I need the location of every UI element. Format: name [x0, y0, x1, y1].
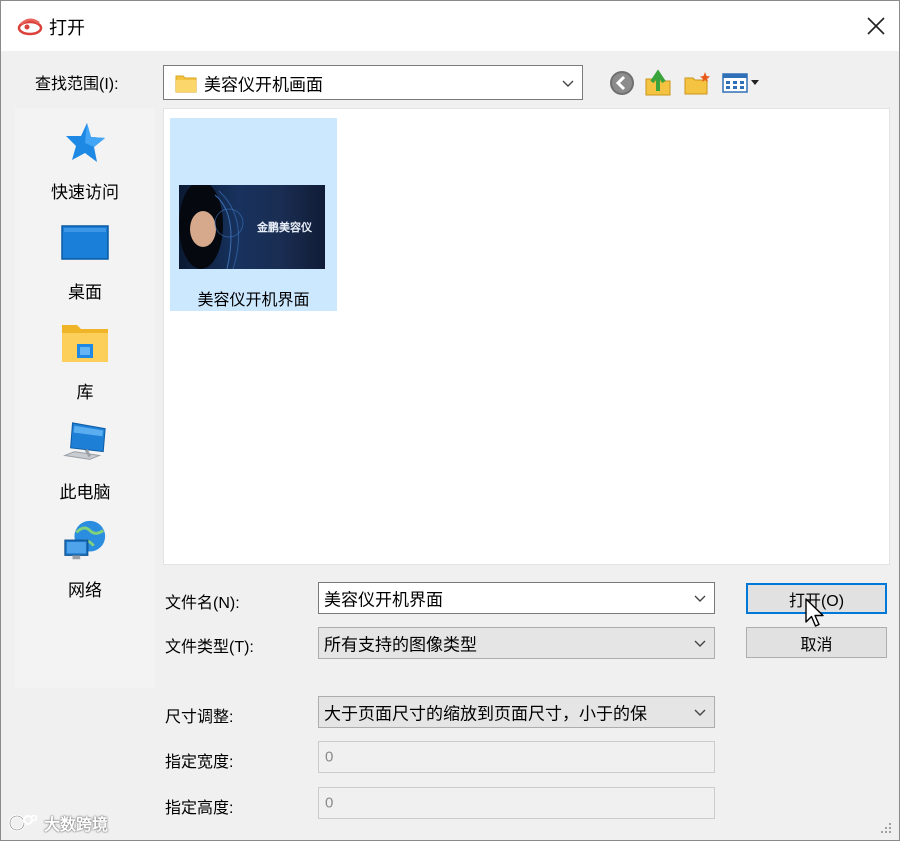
app-logo-icon: [17, 14, 43, 43]
view-menu-icon: [722, 73, 759, 93]
up-folder-icon: [645, 69, 671, 96]
new-folder-button[interactable]: [682, 68, 712, 98]
sidebar-item-library[interactable]: 库: [15, 320, 155, 416]
mouse-cursor-icon: [804, 597, 826, 634]
new-folder-icon: [684, 72, 710, 95]
file-item[interactable]: 金鹏美容仪 美容仪开机界面: [170, 118, 337, 311]
width-label: 指定宽度:: [165, 754, 234, 771]
network-icon: [61, 518, 109, 564]
resize-value: 大于页面尺寸的缩放到页面尺寸，小于的保: [324, 704, 647, 724]
lookin-dropdown[interactable]: 美容仪开机画面: [163, 65, 583, 100]
watermark-text: 大数跨境: [44, 817, 109, 834]
title-bar: 打开: [1, 1, 899, 51]
sidebar-item-label: 此电脑: [59, 483, 111, 502]
sidebar-item-this-pc[interactable]: 此电脑: [15, 420, 155, 516]
filename-label: 文件名(N):: [165, 595, 240, 612]
sidebar-item-label: 库: [76, 383, 94, 402]
resize-label: 尺寸调整:: [165, 709, 234, 726]
filetype-select[interactable]: 所有支持的图像类型: [318, 627, 715, 659]
filename-input[interactable]: 美容仪开机界面: [318, 582, 715, 614]
height-label: 指定高度:: [165, 800, 234, 817]
computer-icon: [61, 420, 109, 466]
watermark-logo-icon: [8, 814, 38, 832]
sidebar-item-label: 网络: [68, 581, 102, 600]
filename-value: 美容仪开机界面: [324, 590, 443, 610]
close-button[interactable]: [857, 7, 895, 45]
filetype-label: 文件类型(T):: [165, 639, 254, 656]
back-arrow-icon: [610, 71, 634, 95]
chevron-down-icon: [562, 73, 574, 93]
back-button[interactable]: [607, 68, 637, 98]
file-thumbnail: 金鹏美容仪: [179, 185, 325, 269]
resize-select[interactable]: 大于页面尺寸的缩放到页面尺寸，小于的保: [318, 696, 715, 728]
desktop-icon: [61, 220, 109, 266]
sidebar-item-network[interactable]: 网络: [15, 518, 155, 614]
view-menu-button[interactable]: [720, 68, 764, 98]
folder-icon: [175, 73, 197, 98]
chevron-down-icon: [694, 633, 706, 653]
library-folder-icon: [61, 320, 109, 366]
resize-grip-icon[interactable]: [878, 820, 892, 839]
watermark: 大数跨境: [8, 810, 108, 836]
height-value: 0: [325, 794, 334, 812]
height-input: 0: [318, 787, 715, 819]
star-icon: [61, 120, 109, 166]
file-name-label: 美容仪开机界面: [197, 292, 310, 309]
width-input: 0: [318, 741, 715, 773]
window-title: 打开: [49, 18, 85, 38]
lookin-value: 美容仪开机画面: [204, 75, 323, 94]
lookin-label: 查找范围(I):: [35, 76, 119, 93]
sidebar-item-desktop[interactable]: 桌面: [15, 220, 155, 316]
places-sidebar: 快速访问 桌面 库 此电脑 网络: [15, 108, 155, 688]
file-list[interactable]: 金鹏美容仪 美容仪开机界面: [163, 108, 890, 565]
sidebar-item-label: 桌面: [68, 283, 102, 302]
sidebar-item-label: 快速访问: [51, 183, 119, 202]
sidebar-item-quick-access[interactable]: 快速访问: [15, 120, 155, 216]
close-icon: [867, 17, 885, 35]
width-value: 0: [325, 748, 334, 766]
chevron-down-icon: [694, 702, 706, 722]
thumbnail-text: 金鹏美容仪: [257, 222, 312, 234]
filetype-value: 所有支持的图像类型: [324, 635, 477, 655]
chevron-down-icon[interactable]: [694, 588, 706, 608]
up-folder-button[interactable]: [643, 68, 673, 98]
